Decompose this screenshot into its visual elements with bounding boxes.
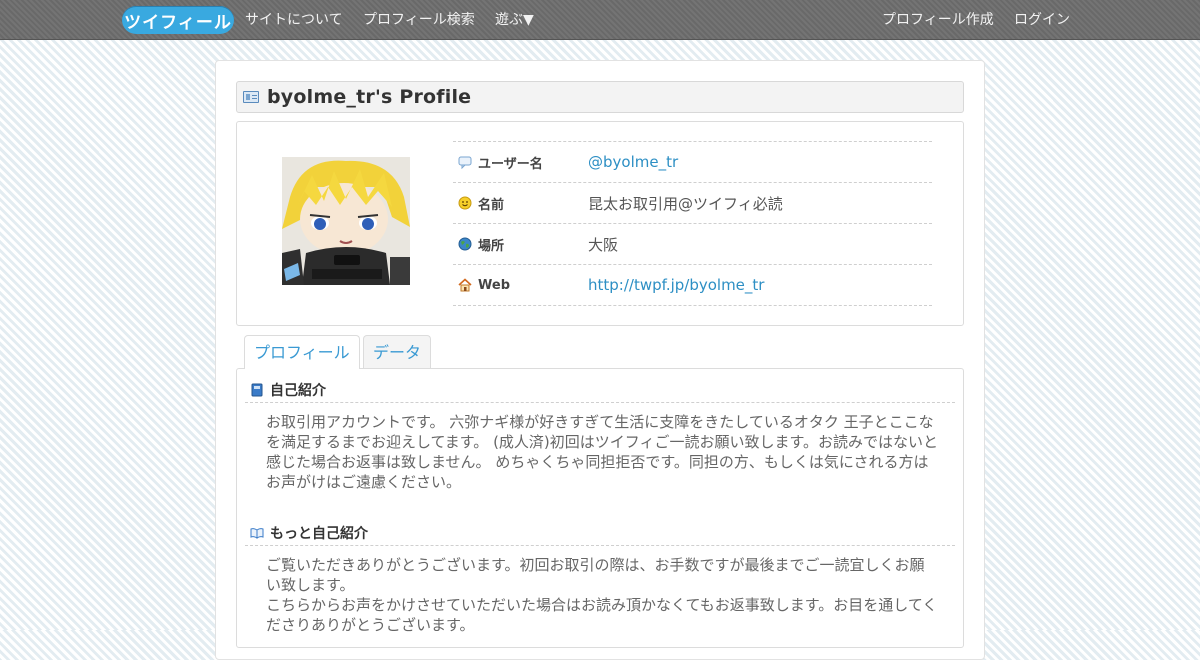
nav-about-link[interactable]: サイトについて <box>245 0 343 40</box>
avatar-image <box>282 157 410 285</box>
notebook-icon <box>251 383 263 397</box>
nav-create-profile-link[interactable]: プロフィール作成 <box>882 0 994 40</box>
info-row-location: 場所 大阪 <box>453 223 932 264</box>
web-link[interactable]: http://twpf.jp/byolme_tr <box>588 276 764 294</box>
open-book-icon <box>250 528 264 539</box>
intro-section-title: 自己紹介 <box>270 383 326 399</box>
username-label: ユーザー名 <box>478 156 543 172</box>
tab-data[interactable]: データ <box>363 335 432 368</box>
location-label: 場所 <box>478 238 505 254</box>
speech-bubble-icon <box>458 156 472 169</box>
web-label: Web <box>478 277 510 293</box>
info-row-username: ユーザー名 @byolme_tr <box>453 141 932 182</box>
name-value: 昆太お取引用@ツイフィ必読 <box>588 194 783 213</box>
more-intro-section-title: もっと自己紹介 <box>270 526 368 542</box>
info-row-name: 名前 昆太お取引用@ツイフィ必読 <box>453 182 932 223</box>
intro-section-body: お取引用アカウントです。 六弥ナギ様が好きすぎて生活に支障をきたしているオタク … <box>266 413 938 491</box>
nav-login-link[interactable]: ログイン <box>1014 0 1070 40</box>
id-card-icon <box>243 91 259 103</box>
info-row-web: Web http://twpf.jp/byolme_tr <box>453 264 932 306</box>
tab-profile[interactable]: プロフィール <box>244 335 360 369</box>
username-link[interactable]: @byolme_tr <box>588 153 678 171</box>
site-logo[interactable]: ツイフィール <box>122 6 234 34</box>
page-title: byolme_tr's Profile <box>267 86 472 108</box>
smiley-icon <box>458 196 472 210</box>
home-icon <box>458 278 472 292</box>
profile-info-table: ユーザー名 @byolme_tr 名前 昆太お取引用@ツイフィ必読 場所 大阪 … <box>453 141 932 306</box>
more-intro-section-body: ご覧いただきありがとうございます。初回お取引の際は、お手数ですが最後までご一読宜… <box>266 555 938 635</box>
nav-profile-search-link[interactable]: プロフィール検索 <box>363 0 475 40</box>
more-intro-section-header: もっと自己紹介 <box>245 521 955 546</box>
intro-section-header: 自己紹介 <box>245 378 955 403</box>
profile-title-bar: byolme_tr's Profile <box>236 81 964 113</box>
avatar[interactable] <box>282 157 410 285</box>
nav-play-dropdown[interactable]: 遊ぶ▼ <box>495 0 534 40</box>
more-intro-paragraph-2: こちらからお声をかけさせていただいた場合はお読み頂かなくてもお返事致します。お目… <box>266 596 938 634</box>
name-label: 名前 <box>478 197 505 213</box>
top-navigation-bar: ツイフィール サイトについて プロフィール検索 遊ぶ▼ プロフィール作成 ログイ… <box>0 0 1200 40</box>
more-intro-paragraph-1: ご覧いただきありがとうございます。初回お取引の際は、お手数ですが最後までご一読宜… <box>266 556 925 594</box>
globe-icon <box>458 237 472 251</box>
location-value: 大阪 <box>588 235 619 254</box>
